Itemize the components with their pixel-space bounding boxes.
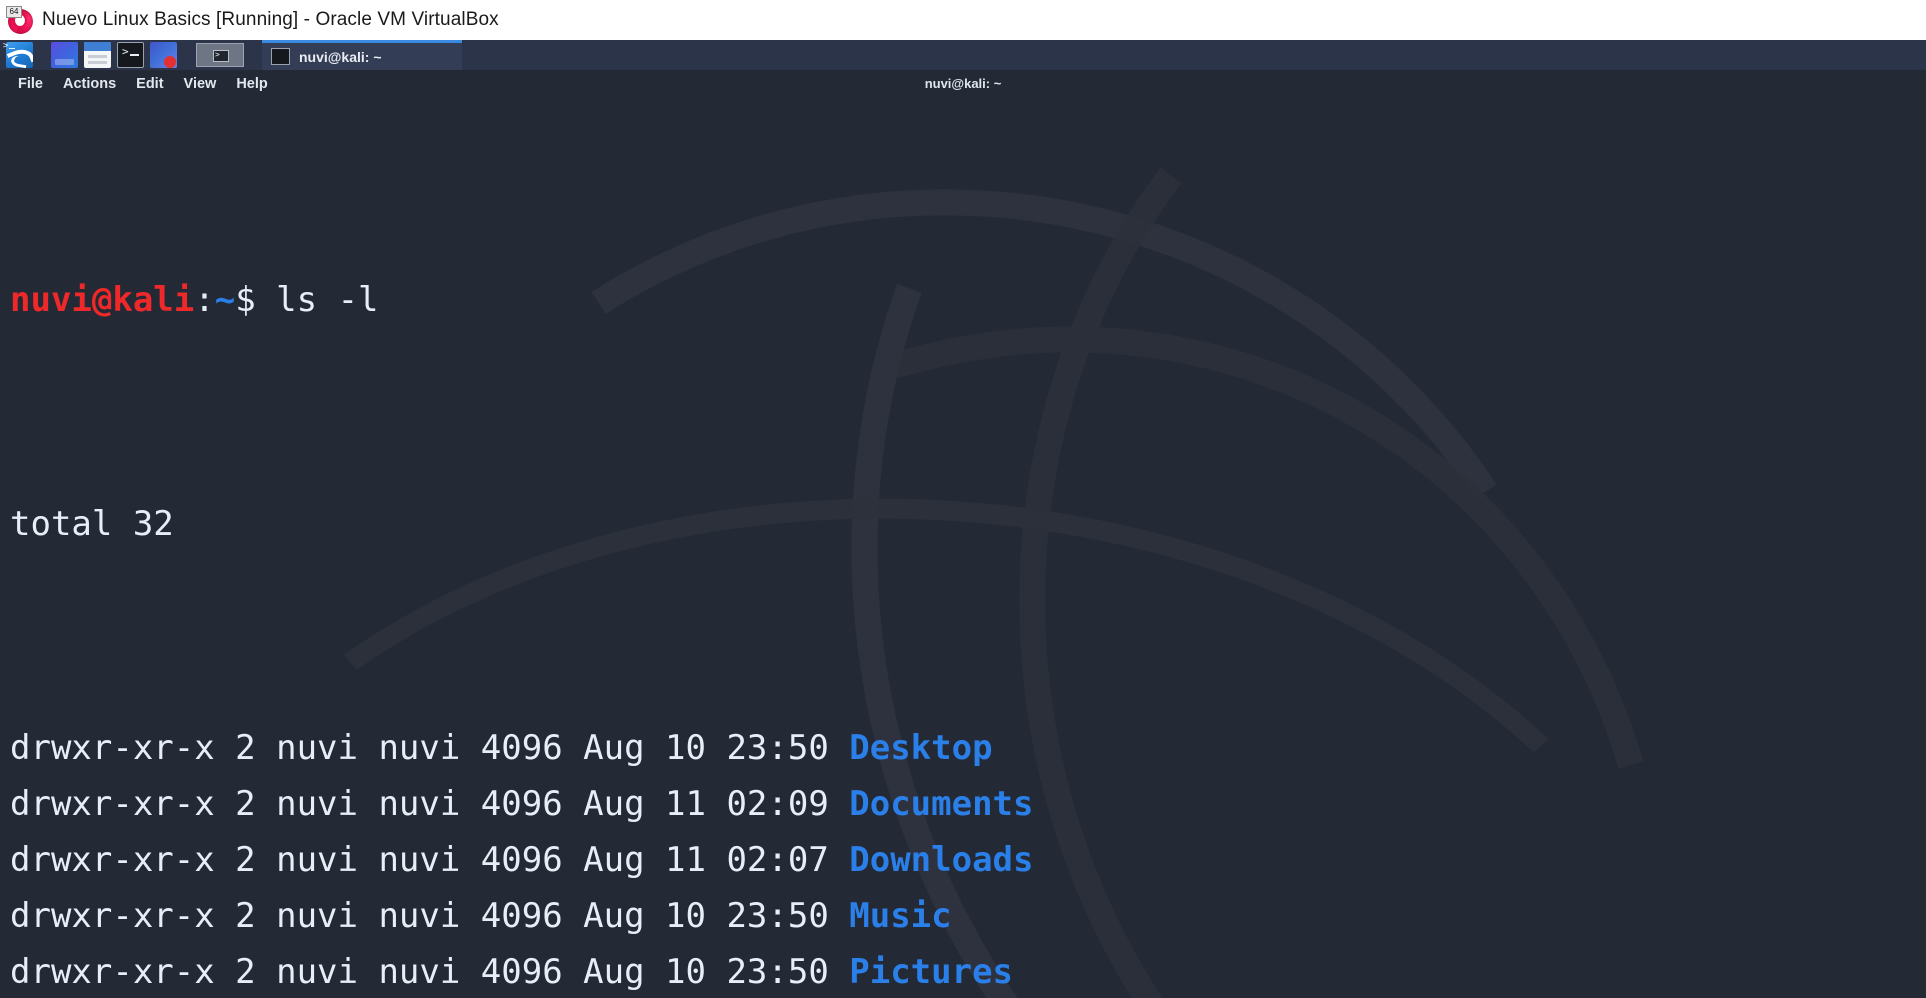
terminal-output[interactable]: nuvi@kali:~$ ls -l total 32 drwxr-xr-x 2… xyxy=(0,98,1926,998)
prompt-sigil: $ xyxy=(235,280,256,320)
listing-metadata: drwxr-xr-x 2 nuvi nuvi 4096 Aug 10 23:50 xyxy=(10,896,850,936)
prompt-user-host: nuvi@kali xyxy=(10,280,195,320)
terminal-icon xyxy=(271,48,290,65)
terminal-menubar: File Actions Edit View Help xyxy=(0,70,1926,98)
terminal-command-text: ls -l xyxy=(255,280,379,320)
menu-view[interactable]: View xyxy=(174,73,227,95)
file-manager-icon[interactable] xyxy=(84,42,111,68)
workspace-switcher[interactable] xyxy=(192,40,248,70)
total-text: total 32 xyxy=(10,504,174,544)
window-titlebar: 64 Nuevo Linux Basics [Running] - Oracle… xyxy=(0,0,1926,40)
menu-file[interactable]: File xyxy=(8,73,53,95)
listing-row: drwxr-xr-x 2 nuvi nuvi 4096 Aug 11 02:07… xyxy=(10,832,1926,888)
listing-metadata: drwxr-xr-x 2 nuvi nuvi 4096 Aug 10 23:50 xyxy=(10,728,850,768)
task-button-terminal[interactable]: nuvi@kali: ~ xyxy=(262,40,462,70)
listing-directory-name: Downloads xyxy=(849,840,1034,880)
listing-metadata: drwxr-xr-x 2 nuvi nuvi 4096 Aug 10 23:50 xyxy=(10,952,850,992)
prompt-colon: : xyxy=(194,280,215,320)
taskbar-panel: nuvi@kali: ~ xyxy=(0,40,1926,70)
menu-help[interactable]: Help xyxy=(226,73,277,95)
kali-menu-icon[interactable] xyxy=(6,42,33,68)
listing-directory-name: Documents xyxy=(849,784,1034,824)
terminal-total-line: total 32 xyxy=(10,496,1926,552)
virtualbox-window: 64 Nuevo Linux Basics [Running] - Oracle… xyxy=(0,0,1926,998)
directory-listing: drwxr-xr-x 2 nuvi nuvi 4096 Aug 10 23:50… xyxy=(10,720,1926,998)
prompt-path: ~ xyxy=(214,280,236,320)
arch-badge-icon: 64 xyxy=(6,6,22,18)
workspace-window-thumb-icon xyxy=(213,50,229,62)
virtualbox-icon: 64 xyxy=(6,6,34,34)
listing-row: drwxr-xr-x 2 nuvi nuvi 4096 Aug 10 23:50… xyxy=(10,720,1926,776)
workspace-1[interactable] xyxy=(196,43,244,67)
listing-directory-name: Pictures xyxy=(849,952,1014,992)
listing-row: drwxr-xr-x 2 nuvi nuvi 4096 Aug 10 23:50… xyxy=(10,944,1926,998)
listing-directory-name: Desktop xyxy=(849,728,993,768)
listing-directory-name: Music xyxy=(849,896,952,936)
terminal-window[interactable]: nuvi@kali: ~ File Actions Edit View Help… xyxy=(0,70,1926,998)
terminal-command-line: nuvi@kali:~$ ls -l xyxy=(10,272,1926,328)
listing-metadata: drwxr-xr-x 2 nuvi nuvi 4096 Aug 11 02:09 xyxy=(10,784,850,824)
window-title: Nuevo Linux Basics [Running] - Oracle VM… xyxy=(42,9,499,30)
panel-launcher-group xyxy=(0,40,192,70)
menu-actions[interactable]: Actions xyxy=(53,73,126,95)
listing-row: drwxr-xr-x 2 nuvi nuvi 4096 Aug 10 23:50… xyxy=(10,888,1926,944)
window-tasklist: nuvi@kali: ~ xyxy=(262,40,1926,70)
listing-row: drwxr-xr-x 2 nuvi nuvi 4096 Aug 11 02:09… xyxy=(10,776,1926,832)
app-icon[interactable] xyxy=(150,42,177,68)
web-browser-icon[interactable] xyxy=(51,42,78,68)
task-button-label: nuvi@kali: ~ xyxy=(299,48,382,65)
listing-metadata: drwxr-xr-x 2 nuvi nuvi 4096 Aug 11 02:07 xyxy=(10,840,850,880)
menu-edit[interactable]: Edit xyxy=(126,73,173,95)
terminal-icon[interactable] xyxy=(117,42,144,68)
